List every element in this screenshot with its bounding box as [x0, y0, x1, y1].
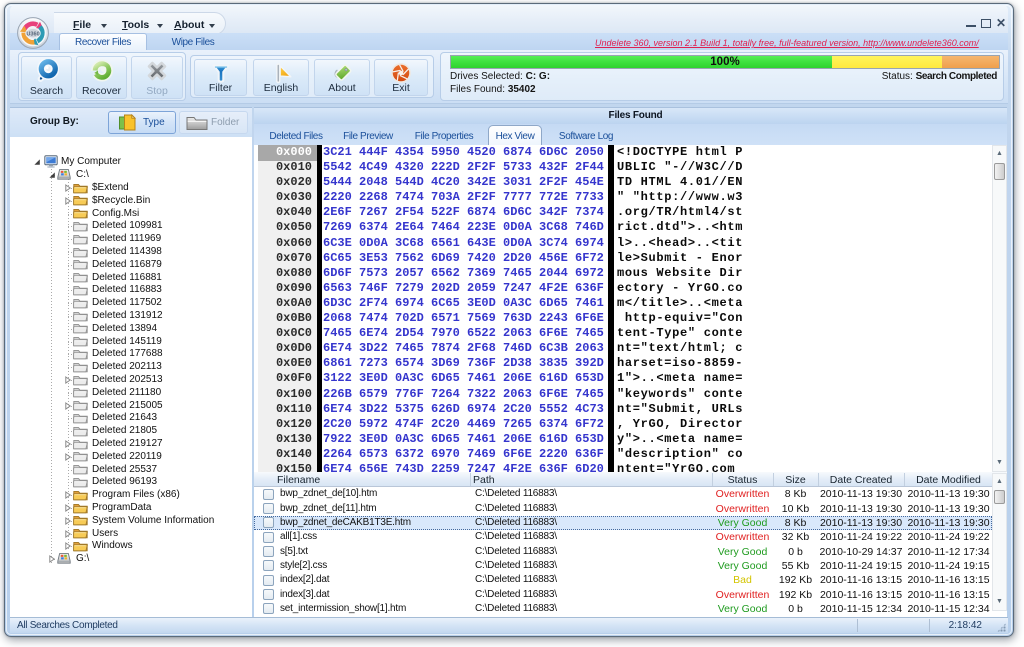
- svg-text:U360: U360: [26, 31, 39, 37]
